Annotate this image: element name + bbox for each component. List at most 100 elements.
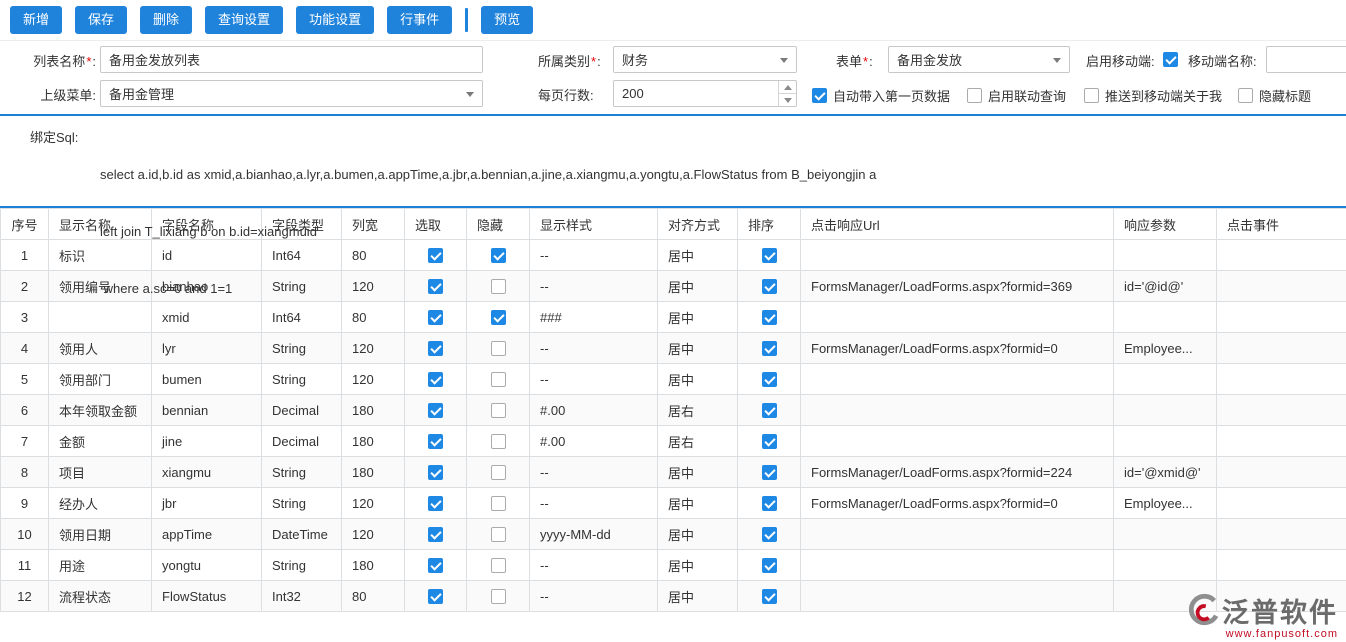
option-hide-title: 隐藏标题 xyxy=(1238,86,1311,105)
hidden-checkbox[interactable] xyxy=(491,558,506,573)
selected-checkbox[interactable] xyxy=(428,434,443,449)
delete-button[interactable]: 删除 xyxy=(140,6,192,34)
cell-hidden xyxy=(467,550,530,581)
sort-checkbox[interactable] xyxy=(762,372,777,387)
selected-checkbox[interactable] xyxy=(428,496,443,511)
cell-style: #.00 xyxy=(530,395,658,426)
mobile-name-input[interactable] xyxy=(1266,46,1346,73)
cell-display-name: 金额 xyxy=(49,426,152,457)
parent-menu-select[interactable]: 备用金管理 xyxy=(100,80,483,107)
cell-display-name: 项目 xyxy=(49,457,152,488)
fanpu-logo-icon xyxy=(1185,592,1219,630)
cell-hidden xyxy=(467,581,530,612)
cell-align: 居中 xyxy=(658,364,738,395)
sort-checkbox[interactable] xyxy=(762,589,777,604)
brand-row: 泛普软件 xyxy=(1185,591,1338,630)
stepper-up-icon[interactable] xyxy=(779,81,796,94)
cell-no: 8 xyxy=(1,457,49,488)
cell-align: 居中 xyxy=(658,457,738,488)
save-button[interactable]: 保存 xyxy=(75,6,127,34)
category-select[interactable]: 财务 xyxy=(613,46,797,73)
cell-url xyxy=(801,550,1114,581)
preview-button[interactable]: 预览 xyxy=(481,6,533,34)
sort-checkbox[interactable] xyxy=(762,527,777,542)
cell-style: -- xyxy=(530,488,658,519)
sort-checkbox[interactable] xyxy=(762,465,777,480)
cell-field-name: yongtu xyxy=(152,550,262,581)
header-no: 序号 xyxy=(1,209,49,240)
query-settings-button[interactable]: 查询设置 xyxy=(205,6,283,34)
form-area: 列表名称*: 所属类别*: 财务 表单*: 备用金发放 启用移动端: 移动端名称… xyxy=(0,41,1346,114)
cell-field-type: Int32 xyxy=(262,581,342,612)
enable-mobile-checkbox[interactable] xyxy=(1163,52,1178,67)
form-select[interactable]: 备用金发放 xyxy=(888,46,1070,73)
cell-event xyxy=(1217,426,1346,457)
cell-no: 11 xyxy=(1,550,49,581)
table-row: 9经办人jbrString120--居中FormsManager/LoadFor… xyxy=(1,488,1346,519)
hidden-checkbox[interactable] xyxy=(491,496,506,511)
cell-selected xyxy=(405,519,467,550)
cell-align: 居中 xyxy=(658,519,738,550)
selected-checkbox[interactable] xyxy=(428,465,443,480)
option-auto-first-page: 自动带入第一页数据 xyxy=(812,86,950,105)
hidden-checkbox[interactable] xyxy=(491,434,506,449)
table-row: 10领用日期appTimeDateTime120yyyy-MM-dd居中 xyxy=(1,519,1346,550)
selected-checkbox[interactable] xyxy=(428,589,443,604)
row-event-button[interactable]: 行事件 xyxy=(387,6,452,34)
cell-hidden xyxy=(467,488,530,519)
table-row: 11用途yongtuString180--居中 xyxy=(1,550,1346,581)
hidden-checkbox[interactable] xyxy=(491,372,506,387)
cell-field-type: String xyxy=(262,488,342,519)
table-row: 5领用部门bumenString120--居中 xyxy=(1,364,1346,395)
cell-width: 120 xyxy=(342,519,405,550)
sort-checkbox[interactable] xyxy=(762,434,777,449)
sort-checkbox[interactable] xyxy=(762,558,777,573)
hidden-checkbox[interactable] xyxy=(491,527,506,542)
cell-selected xyxy=(405,457,467,488)
cell-sort xyxy=(738,333,801,364)
list-name-input[interactable] xyxy=(100,46,483,73)
selected-checkbox[interactable] xyxy=(428,372,443,387)
cell-selected xyxy=(405,395,467,426)
add-button[interactable]: 新增 xyxy=(10,6,62,34)
brand-url[interactable]: www.fanpusoft.com xyxy=(1226,628,1338,640)
toolbar-separator xyxy=(465,8,468,32)
cell-sort xyxy=(738,457,801,488)
selected-checkbox[interactable] xyxy=(428,403,443,418)
cell-url xyxy=(801,581,1114,612)
selected-checkbox[interactable] xyxy=(428,558,443,573)
selected-checkbox[interactable] xyxy=(428,527,443,542)
cell-width: 180 xyxy=(342,426,405,457)
form-value: 备用金发放 xyxy=(897,50,962,69)
cell-field-type: String xyxy=(262,550,342,581)
cell-field-name: FlowStatus xyxy=(152,581,262,612)
cell-field-type: String xyxy=(262,457,342,488)
cell-display-name: 领用部门 xyxy=(49,364,152,395)
option-label: 推送到移动端关于我 xyxy=(1105,86,1222,105)
cell-params: Employee... xyxy=(1114,488,1217,519)
category-label: 所属类别*: xyxy=(538,54,601,70)
stepper-buttons xyxy=(778,81,796,106)
cell-field-name: bumen xyxy=(152,364,262,395)
hidden-checkbox[interactable] xyxy=(491,589,506,604)
hide-title-checkbox[interactable] xyxy=(1238,88,1253,103)
sort-checkbox[interactable] xyxy=(762,403,777,418)
function-settings-button[interactable]: 功能设置 xyxy=(296,6,374,34)
rows-per-page-stepper[interactable]: 200 xyxy=(613,80,797,107)
hidden-checkbox[interactable] xyxy=(491,465,506,480)
stepper-down-icon[interactable] xyxy=(779,94,796,106)
sql-text[interactable]: select a.id,b.id as xmid,a.bianhao,a.lyr… xyxy=(100,127,1334,336)
auto-first-page-checkbox[interactable] xyxy=(812,88,827,103)
sort-checkbox[interactable] xyxy=(762,341,777,356)
sort-checkbox[interactable] xyxy=(762,496,777,511)
cell-url xyxy=(801,426,1114,457)
linked-query-checkbox[interactable] xyxy=(967,88,982,103)
table-row: 8项目xiangmuString180--居中FormsManager/Load… xyxy=(1,457,1346,488)
cell-event xyxy=(1217,457,1346,488)
hidden-checkbox[interactable] xyxy=(491,341,506,356)
hidden-checkbox[interactable] xyxy=(491,403,506,418)
selected-checkbox[interactable] xyxy=(428,341,443,356)
cell-params xyxy=(1114,426,1217,457)
list-config-page: 新增 保存 删除 查询设置 功能设置 行事件 预览 列表名称*: 所属类别*: … xyxy=(0,0,1346,642)
push-mobile-checkbox[interactable] xyxy=(1084,88,1099,103)
